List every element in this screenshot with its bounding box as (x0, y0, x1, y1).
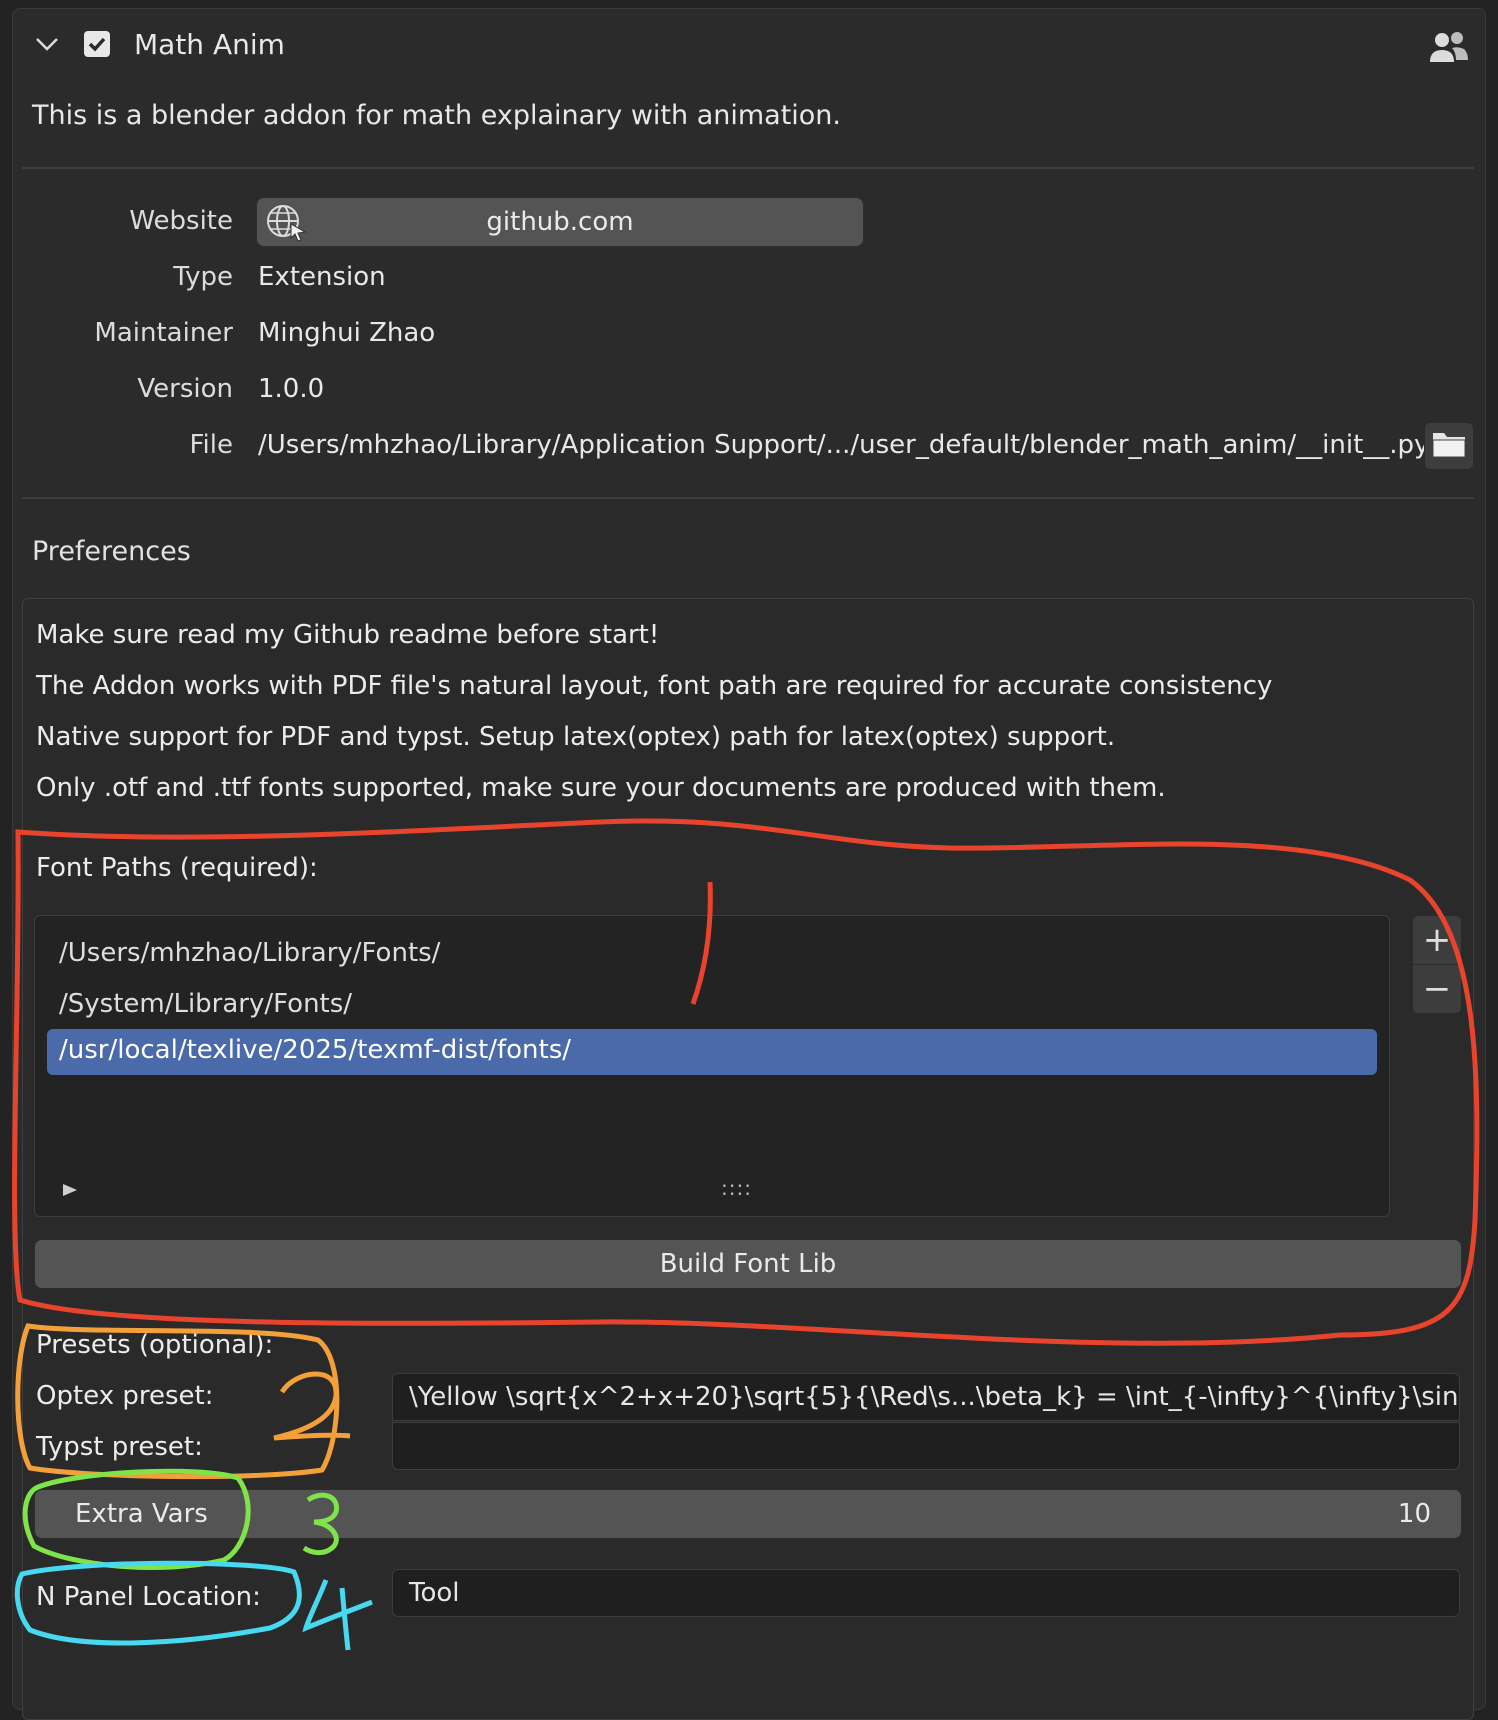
expand-triangle-icon[interactable] (61, 1182, 79, 1202)
note-line: Native support for PDF and typst. Setup … (36, 722, 1116, 752)
extra-vars-value: 10 (1397, 1499, 1431, 1529)
website-label: Website (129, 206, 233, 236)
divider (22, 497, 1474, 499)
extra-vars-slider[interactable]: Extra Vars 10 (34, 1489, 1462, 1539)
font-paths-label: Font Paths (required): (36, 853, 318, 883)
website-button[interactable]: github.com (256, 197, 864, 247)
remove-path-button[interactable]: − (1412, 964, 1462, 1014)
resize-grip[interactable]: :::: (721, 1176, 752, 1200)
file-label: File (189, 430, 233, 460)
version-label: Version (137, 374, 233, 404)
optex-preset-label: Optex preset: (36, 1381, 214, 1411)
typst-preset-label: Typst preset: (36, 1432, 203, 1462)
maintainer-label: Maintainer (94, 318, 233, 348)
maintainer-value: Minghui Zhao (258, 318, 436, 348)
type-value: Extension (258, 262, 386, 292)
extra-vars-label: Extra Vars (75, 1499, 208, 1529)
build-font-lib-button[interactable]: Build Font Lib (34, 1239, 1462, 1289)
list-item[interactable]: /Users/mhzhao/Library/Fonts/ (59, 938, 440, 968)
collapse-chevron-icon[interactable] (34, 34, 60, 54)
optex-preset-input[interactable]: \Yellow \sqrt{x^2+x+20}\sqrt{5}{\Red\s..… (392, 1373, 1460, 1421)
globe-icon (265, 202, 307, 249)
note-line: The Addon works with PDF file's natural … (36, 671, 1273, 701)
addon-title: Math Anim (134, 28, 285, 61)
note-line: Make sure read my Github readme before s… (36, 620, 660, 650)
divider (22, 167, 1474, 169)
version-value: 1.0.0 (258, 374, 325, 404)
website-link-text: github.com (486, 207, 634, 237)
enable-checkbox[interactable] (84, 31, 110, 57)
presets-label: Presets (optional): (36, 1330, 274, 1360)
list-item-selected[interactable]: /usr/local/texlive/2025/texmf-dist/fonts… (47, 1029, 1377, 1075)
typst-preset-input[interactable] (392, 1422, 1460, 1470)
open-folder-button[interactable] (1424, 422, 1474, 470)
user-icon (1428, 26, 1470, 66)
font-paths-list[interactable]: /Users/mhzhao/Library/Fonts/ /System/Lib… (34, 915, 1390, 1217)
addon-description: This is a blender addon for math explain… (32, 100, 841, 131)
preferences-heading: Preferences (32, 536, 191, 567)
type-label: Type (173, 262, 233, 292)
npanel-location-input[interactable]: Tool (392, 1569, 1460, 1617)
add-path-button[interactable]: + (1412, 915, 1462, 965)
npanel-location-label: N Panel Location: (36, 1582, 261, 1612)
list-item-label: /usr/local/texlive/2025/texmf-dist/fonts… (59, 1035, 572, 1065)
folder-icon (1431, 429, 1467, 463)
note-line: Only .otf and .ttf fonts supported, make… (36, 773, 1166, 803)
list-item[interactable]: /System/Library/Fonts/ (59, 989, 352, 1019)
file-path-value: /Users/mhzhao/Library/Application Suppor… (258, 430, 1430, 460)
